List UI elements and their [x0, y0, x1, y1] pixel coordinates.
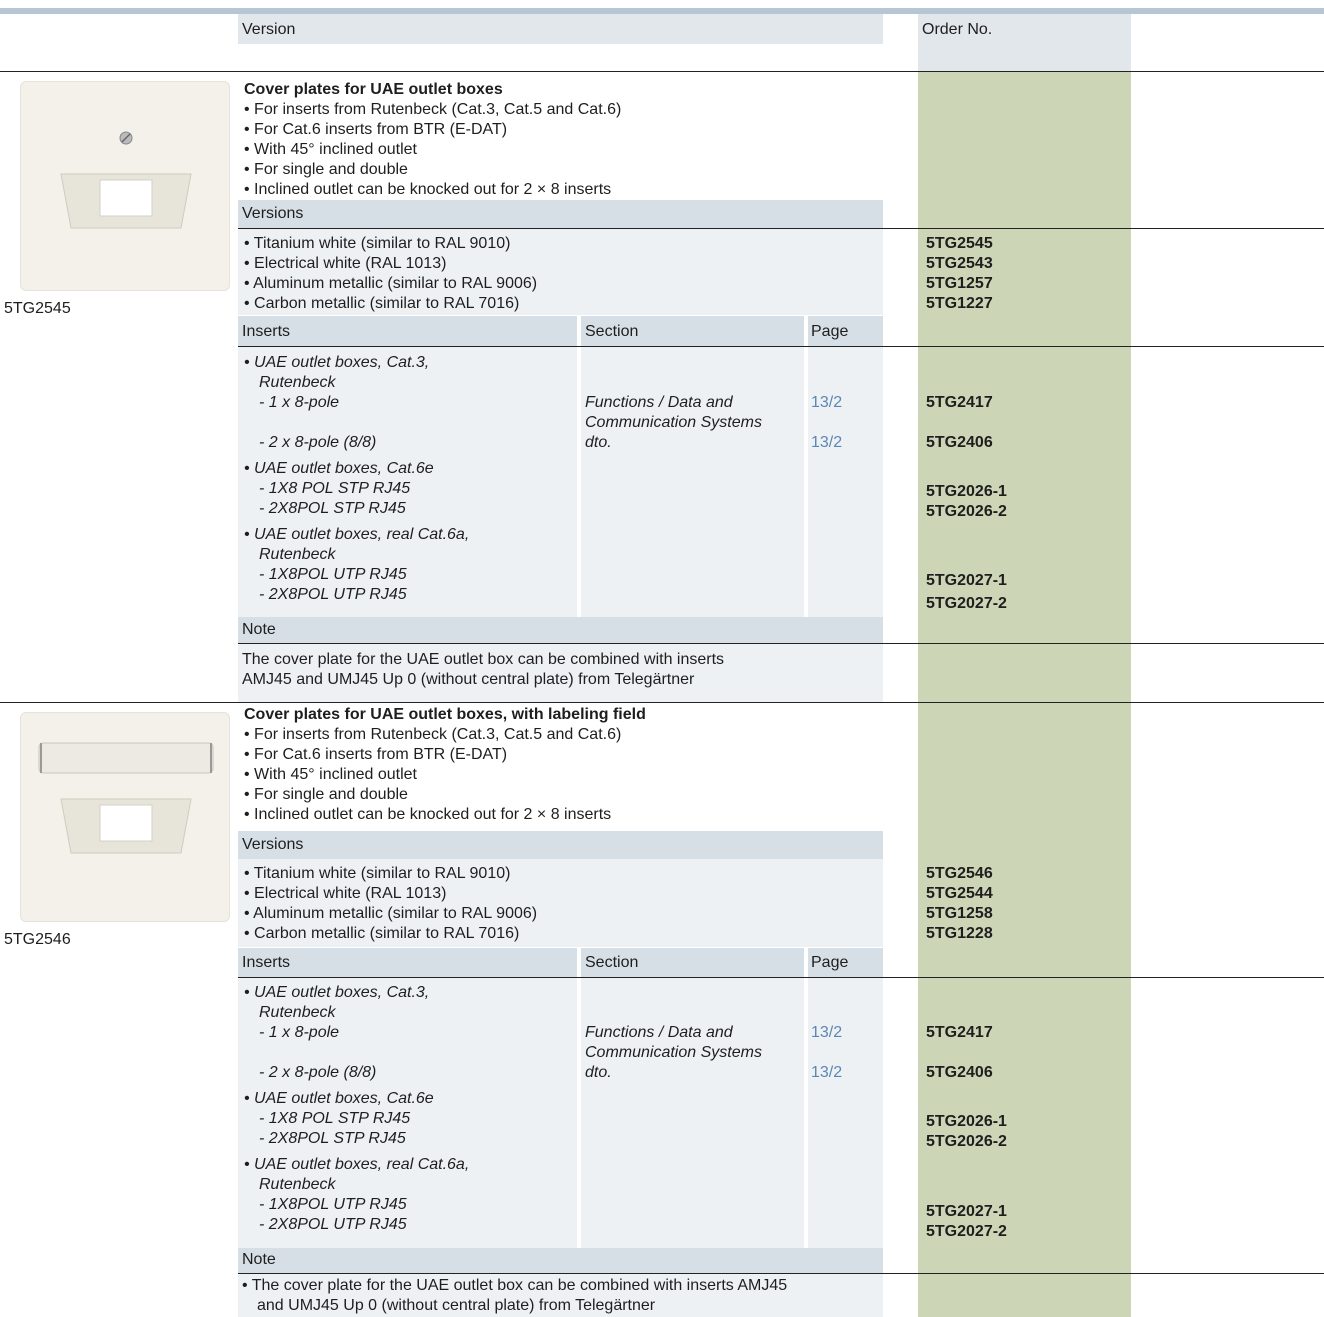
insert-variant: - 2X8POL UTP RJ45 [259, 1216, 407, 1233]
note-header: Note [238, 1248, 883, 1273]
versions-header: Versions [238, 831, 883, 859]
version-item: • Electrical white (RAL 1013) [244, 885, 447, 902]
version-order-numbers: 5TG2546 5TG2544 5TG1258 5TG1228 [926, 864, 993, 944]
version-item: • Aluminum metallic (similar to RAL 9006… [244, 905, 538, 922]
image-caption: 5TG2546 [4, 931, 71, 948]
order-number: 5TG2027-1 [926, 1203, 1007, 1220]
insert-group: • UAE outlet boxes, Cat.6e [244, 460, 434, 477]
note-text: • The cover plate for the UAE outlet box… [238, 1274, 883, 1317]
feature-bullet: • For inserts from Rutenbeck (Cat.3, Cat… [244, 726, 622, 743]
insert-group: • UAE outlet boxes, real Cat.6a, [244, 1156, 470, 1173]
page-link[interactable]: 13/2 [811, 1063, 842, 1083]
order-number: 5TG2417 [926, 1024, 993, 1041]
order-number: 5TG1258 [926, 905, 993, 922]
insert-variant: - 1 x 8-pole [259, 394, 340, 411]
order-number: 5TG2406 [926, 1064, 993, 1081]
versions-list: • Titanium white (similar to RAL 9010) •… [238, 859, 883, 947]
insert-variant: - 1X8POL UTP RJ45 [259, 1196, 407, 1213]
insert-variant: - 2X8POL UTP RJ45 [259, 586, 407, 603]
order-number: 5TG2027-2 [926, 595, 1007, 612]
insert-group: • UAE outlet boxes, Cat.6e [244, 1090, 434, 1107]
version-item: • Titanium white (similar to RAL 9010) [244, 235, 511, 252]
section-reference: Functions / Data and Communication Syste… [585, 394, 762, 451]
feature-bullet: • For single and double [244, 786, 408, 803]
section-reference: Functions / Data and Communication Syste… [585, 1024, 762, 1081]
feature-bullet: • Inclined outlet can be knocked out for… [244, 806, 612, 823]
order-number: 5TG2544 [926, 885, 993, 902]
order-number: 5TG2546 [926, 865, 993, 882]
page-link[interactable]: 13/2 [811, 433, 842, 453]
insert-variant: - 1X8 POL STP RJ45 [259, 1110, 411, 1127]
note-text: The cover plate for the UAE outlet box c… [238, 644, 883, 702]
order-number: 5TG1227 [926, 295, 993, 312]
page-link[interactable]: 13/2 [811, 1023, 842, 1043]
cover-plate-icon [60, 131, 192, 229]
version-item: • Carbon metallic (similar to RAL 7016) [244, 295, 520, 312]
insert-variant: - 1 x 8-pole [259, 1024, 340, 1041]
inserts-header: Inserts Section Page [238, 316, 883, 346]
order-number: 5TG1257 [926, 275, 993, 292]
feature-bullet: • For single and double [244, 161, 408, 178]
order-number: 5TG2027-1 [926, 572, 1007, 589]
feature-bullet: • For inserts from Rutenbeck (Cat.3, Cat… [244, 101, 622, 118]
order-number: 5TG2417 [926, 394, 993, 411]
insert-variant: - 2X8POL STP RJ45 [259, 500, 406, 517]
order-number: 5TG2026-2 [926, 1133, 1007, 1150]
order-number: 5TG2545 [926, 235, 993, 252]
inserts-header: Inserts Section Page [238, 948, 883, 977]
product-title: Cover plates for UAE outlet boxes [244, 81, 503, 98]
version-order-numbers: 5TG2545 5TG2543 5TG1257 5TG1227 [926, 234, 993, 314]
insert-group: • UAE outlet boxes, Cat.3, [244, 354, 430, 371]
insert-variant: - 1X8 POL STP RJ45 [259, 480, 411, 497]
insert-group: • UAE outlet boxes, Cat.3, [244, 984, 430, 1001]
inserts-table: • UAE outlet boxes, Cat.3, Rutenbeck - 1… [238, 978, 883, 1248]
order-number: 5TG2026-1 [926, 483, 1007, 500]
product-section-2: 5TG2546 Cover plates for UAE outlet boxe… [0, 703, 1324, 1317]
product-title: Cover plates for UAE outlet boxes, with … [244, 706, 646, 723]
insert-variant: - 2X8POL STP RJ45 [259, 1130, 406, 1147]
note-header: Note [238, 617, 883, 643]
product-description: Cover plates for UAE outlet boxes • For … [244, 80, 884, 200]
versions-header: Versions [238, 200, 883, 228]
order-number: 5TG2026-2 [926, 503, 1007, 520]
inserts-table: • UAE outlet boxes, Cat.3, Rutenbeck - 1… [238, 347, 883, 617]
versions-list: • Titanium white (similar to RAL 9010) •… [238, 229, 883, 315]
image-caption: 5TG2545 [4, 300, 71, 317]
feature-bullet: • With 45° inclined outlet [244, 766, 417, 783]
product-section-1: 5TG2545 Cover plates for UAE outlet boxe… [0, 72, 1324, 702]
page-link[interactable]: 13/2 [811, 393, 842, 413]
insert-variant: - 2 x 8-pole (8/8) [259, 434, 377, 451]
cover-plate-labeling-icon [38, 742, 214, 854]
insert-group: • UAE outlet boxes, real Cat.6a, [244, 526, 470, 543]
insert-variant: - 1X8POL UTP RJ45 [259, 566, 407, 583]
order-number: 5TG2027-2 [926, 1223, 1007, 1240]
insert-variant: - 2 x 8-pole (8/8) [259, 1064, 377, 1081]
version-item: • Titanium white (similar to RAL 9010) [244, 865, 511, 882]
order-no-header: Order No. [922, 21, 993, 38]
version-item: • Electrical white (RAL 1013) [244, 255, 447, 272]
version-item: • Aluminum metallic (similar to RAL 9006… [244, 275, 538, 292]
feature-bullet: • With 45° inclined outlet [244, 141, 417, 158]
product-image [20, 712, 230, 922]
product-description: Cover plates for UAE outlet boxes, with … [244, 705, 884, 825]
feature-bullet: • Inclined outlet can be knocked out for… [244, 181, 612, 198]
version-header: Version [238, 14, 883, 44]
order-number: 5TG2026-1 [926, 1113, 1007, 1130]
order-number: 5TG2543 [926, 255, 993, 272]
order-number: 5TG2406 [926, 434, 993, 451]
order-number: 5TG1228 [926, 925, 993, 942]
version-item: • Carbon metallic (similar to RAL 7016) [244, 925, 520, 942]
product-image [20, 81, 230, 291]
feature-bullet: • For Cat.6 inserts from BTR (E-DAT) [244, 746, 508, 763]
feature-bullet: • For Cat.6 inserts from BTR (E-DAT) [244, 121, 508, 138]
